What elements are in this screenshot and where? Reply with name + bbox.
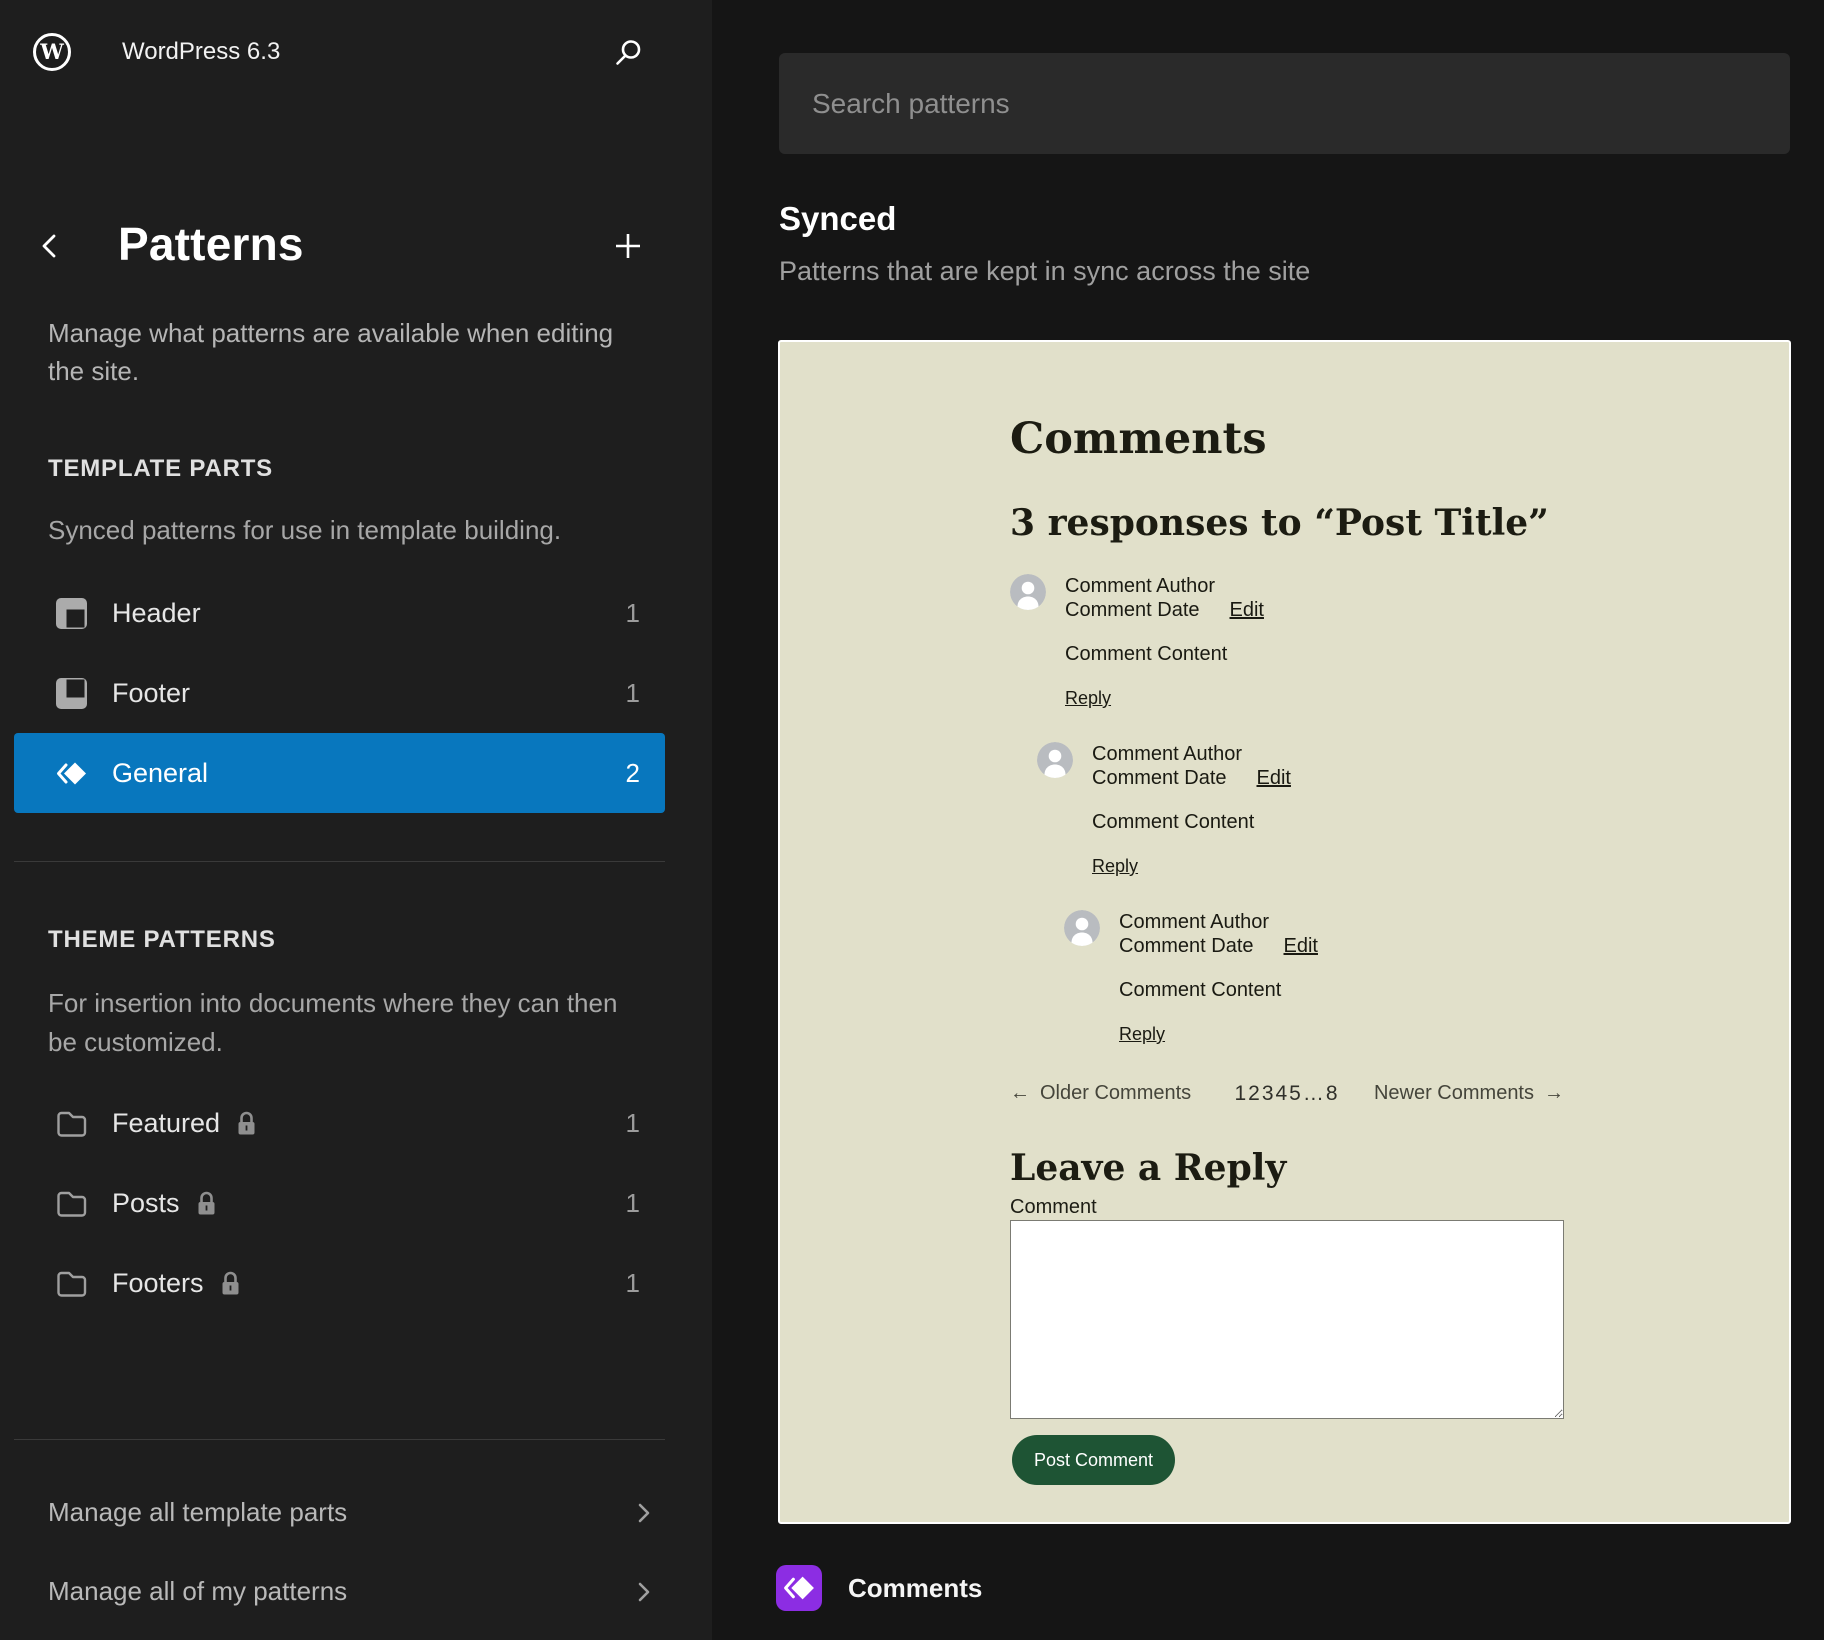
chevron-right-icon: [628, 1577, 658, 1607]
sidebar-item-label: Footers: [112, 1268, 204, 1299]
post-comment-button: Post Comment: [1012, 1435, 1175, 1485]
comment-author: Comment Author: [1065, 574, 1264, 598]
symbol-icon: [55, 757, 88, 790]
chevron-left-icon: [35, 229, 65, 263]
comment-list: Comment Author Comment Date Edit Comment…: [1010, 574, 1564, 1078]
svg-text:W: W: [39, 39, 64, 64]
page-numbers: 12345…8: [1234, 1082, 1339, 1106]
avatar: [1037, 742, 1073, 778]
arrow-left-icon: ←: [1010, 1082, 1030, 1105]
sidebar-item-label: Posts: [112, 1188, 180, 1219]
lock-icon: [236, 1110, 257, 1137]
manage-links: Manage all template parts Manage all of …: [14, 1473, 665, 1631]
comment-date: Comment Date: [1065, 598, 1200, 622]
arrow-right-icon: →: [1544, 1082, 1564, 1105]
sidebar-item-label: Header: [112, 598, 201, 629]
reply-link: Reply: [1119, 1022, 1165, 1046]
footer-template-icon: [55, 677, 88, 710]
sidebar-item-general[interactable]: General 2: [14, 733, 665, 813]
comments-title: Comments: [1010, 414, 1267, 464]
comment-field-label: Comment: [1010, 1196, 1097, 1219]
patterns-content: Synced Patterns that are kept in sync ac…: [712, 0, 1824, 1640]
count-badge: 1: [626, 1268, 640, 1299]
theme-patterns-description: For insertion into documents where they …: [48, 984, 618, 1062]
avatar: [1064, 910, 1100, 946]
manage-all-template-parts-link[interactable]: Manage all template parts: [14, 1473, 665, 1552]
sidebar-divider: [14, 1439, 665, 1440]
section-subtitle: Patterns that are kept in sync across th…: [779, 256, 1310, 287]
sidebar-item-footer[interactable]: Footer 1: [14, 653, 665, 733]
app-title: WordPress 6.3: [122, 38, 280, 66]
template-parts-description: Synced patterns for use in template buil…: [48, 511, 618, 550]
sidebar-divider: [14, 861, 665, 862]
edit-link: Edit: [1284, 934, 1318, 958]
sidebar-search-button[interactable]: [606, 31, 650, 75]
leave-reply-heading: Leave a Reply: [1010, 1147, 1286, 1189]
sidebar-item-label: General: [112, 758, 208, 789]
chevron-right-icon: [628, 1498, 658, 1528]
template-parts-heading: TEMPLATE PARTS: [48, 455, 273, 483]
comment-item: Comment Author Comment Date Edit Comment…: [1037, 742, 1564, 878]
reply-link: Reply: [1092, 854, 1138, 878]
pattern-symbol-tile: [776, 1565, 822, 1611]
lock-icon: [196, 1190, 217, 1217]
sidebar-item-footers[interactable]: Footers 1: [14, 1243, 665, 1323]
comment-item: Comment Author Comment Date Edit Comment…: [1010, 574, 1564, 710]
header-template-icon: [55, 597, 88, 630]
search-input[interactable]: [779, 53, 1790, 154]
section-title: Synced: [779, 200, 896, 238]
comment-date: Comment Date: [1092, 766, 1227, 790]
template-parts-list: Header 1 Footer 1 General 2: [14, 573, 665, 813]
lock-icon: [220, 1270, 241, 1297]
sidebar-item-label: Featured: [112, 1108, 220, 1139]
sidebar-item-featured[interactable]: Featured 1: [14, 1083, 665, 1163]
wordpress-logo: W: [32, 32, 72, 72]
count-badge: 2: [626, 758, 640, 789]
pattern-preview-card[interactable]: Comments 3 responses to “Post Title” Com…: [778, 340, 1791, 1524]
count-badge: 1: [626, 678, 640, 709]
comment-content: Comment Content: [1119, 978, 1318, 1002]
sidebar-item-posts[interactable]: Posts 1: [14, 1163, 665, 1243]
sidebar-description: Manage what patterns are available when …: [48, 314, 614, 390]
count-badge: 1: [626, 1108, 640, 1139]
page-title: Patterns: [118, 217, 304, 271]
folder-icon: [55, 1187, 88, 1220]
manage-all-my-patterns-link[interactable]: Manage all of my patterns: [14, 1552, 665, 1631]
comment-content: Comment Content: [1092, 810, 1291, 834]
edit-link: Edit: [1230, 598, 1264, 622]
pattern-item-title: Comments: [848, 1573, 982, 1604]
theme-patterns-heading: THEME PATTERNS: [48, 926, 276, 954]
sidebar-item-label: Footer: [112, 678, 190, 709]
older-comments-link: ← Older Comments: [1010, 1082, 1191, 1105]
add-pattern-button[interactable]: [606, 224, 650, 268]
comment-author: Comment Author: [1092, 742, 1291, 766]
comment-author: Comment Author: [1119, 910, 1318, 934]
folder-icon: [55, 1107, 88, 1140]
comments-pagination: ← Older Comments 12345…8 Newer Comments …: [1010, 1082, 1564, 1105]
search-icon: [611, 36, 645, 70]
comment-textarea: [1010, 1220, 1564, 1419]
count-badge: 1: [626, 598, 640, 629]
back-button[interactable]: [30, 226, 70, 266]
avatar: [1010, 574, 1046, 610]
newer-comments-link: Newer Comments →: [1374, 1082, 1564, 1105]
comment-date: Comment Date: [1119, 934, 1254, 958]
comments-pattern-preview: Comments 3 responses to “Post Title” Com…: [1010, 342, 1564, 1522]
theme-patterns-list: Featured 1 Posts: [14, 1083, 665, 1323]
plus-icon: [612, 230, 644, 262]
responses-heading: 3 responses to “Post Title”: [1010, 502, 1549, 544]
reply-link: Reply: [1065, 686, 1111, 710]
symbol-icon: [782, 1571, 816, 1605]
count-badge: 1: [626, 1188, 640, 1219]
search-box: [779, 53, 1790, 154]
patterns-sidebar: W WordPress 6.3 Patterns Manage what pat…: [0, 0, 712, 1640]
sidebar-item-header[interactable]: Header 1: [14, 573, 665, 653]
folder-icon: [55, 1267, 88, 1300]
comment-item: Comment Author Comment Date Edit Comment…: [1064, 910, 1564, 1046]
comment-content: Comment Content: [1065, 642, 1264, 666]
edit-link: Edit: [1257, 766, 1291, 790]
